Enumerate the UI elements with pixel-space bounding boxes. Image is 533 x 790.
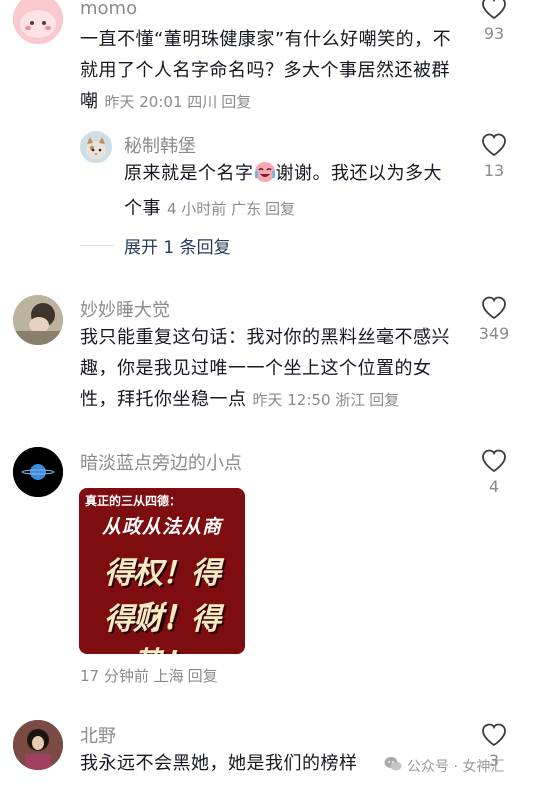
cat-avatar-icon <box>80 131 112 163</box>
pink-character-icon <box>13 0 63 44</box>
expand-divider <box>80 245 114 246</box>
sticker-image[interactable]: 真正的三从四德： 从政从法从商 得权！得利！ 得财！得势！ <box>79 488 245 654</box>
comment-meta: 昨天 20:01 四川 <box>104 93 218 111</box>
reply-button[interactable]: 回复 <box>369 391 399 409</box>
comment-meta: 4 小时前 广东 <box>167 200 262 218</box>
expand-replies-label[interactable]: 展开 1 条回复 <box>124 233 231 258</box>
avatar-pale-blue-dot[interactable] <box>13 447 63 497</box>
like-button[interactable]: 93 <box>464 0 524 43</box>
like-count: 4 <box>488 477 500 496</box>
username[interactable]: 暗淡蓝点旁边的小点 <box>80 449 242 475</box>
comment-body-before: 原来就是个名字 <box>124 163 254 184</box>
avatar-mizhihanbao[interactable] <box>80 131 112 163</box>
heart-icon <box>482 296 506 320</box>
photo-avatar-icon <box>13 295 63 345</box>
username[interactable]: momo <box>80 0 137 19</box>
crying-laughing-emoji-icon <box>254 161 276 193</box>
wechat-icon <box>384 756 402 776</box>
sticker-line4: 得财！得势！ <box>104 602 221 654</box>
expand-replies[interactable]: 展开 1 条回复 <box>80 233 231 258</box>
photo-avatar-icon <box>13 720 63 770</box>
like-button[interactable]: 349 <box>464 296 524 343</box>
heart-icon <box>482 133 506 157</box>
like-button[interactable]: 4 <box>464 449 524 496</box>
comment-text: 一直不懂“董明珠健康家”有什么好嘲笑的，不就用了个人名字命名吗？多大个事居然还被… <box>80 24 460 118</box>
comment-text: 17 分钟前 上海 回复 <box>80 660 460 692</box>
like-count: 13 <box>483 161 505 180</box>
reply-button[interactable]: 回复 <box>221 93 251 111</box>
like-count: 93 <box>483 24 505 43</box>
heart-icon <box>482 449 506 473</box>
heart-icon <box>482 0 506 20</box>
comment-body: 我永远不会黑她，她是我们的榜样 <box>80 753 358 774</box>
planet-icon <box>13 447 63 497</box>
watermark-text: 公众号 · 女神汇 <box>407 759 505 775</box>
watermark: 公众号 · 女神汇 <box>384 756 504 776</box>
comment-text: 原来就是个名字 谢谢。我还以为多大个事 4 小时前 广东 回复 <box>124 158 444 225</box>
like-button[interactable]: 13 <box>464 133 524 180</box>
reply-button[interactable]: 回复 <box>188 667 218 685</box>
comment-meta: 17 分钟前 上海 <box>80 667 184 685</box>
avatar-momo[interactable] <box>13 0 63 44</box>
sticker-line1: 真正的三从四德： <box>85 494 182 508</box>
heart-icon <box>482 723 506 747</box>
sticker-line2: 从政从法从商 <box>101 516 222 538</box>
username[interactable]: 秘制韩堡 <box>124 132 196 158</box>
like-count: 349 <box>478 324 510 343</box>
username[interactable]: 妙妙睡大觉 <box>80 296 170 322</box>
avatar-beiye[interactable] <box>13 720 63 770</box>
avatar-miaomiao[interactable] <box>13 295 63 345</box>
username[interactable]: 北野 <box>80 722 116 748</box>
comment-meta: 昨天 12:50 浙江 <box>252 391 366 409</box>
reply-button[interactable]: 回复 <box>265 200 295 218</box>
comment-text: 我只能重复这句话：我对你的黑料丝毫不感兴趣，你是我见过唯一一个坐上这个位置的女性… <box>80 322 460 416</box>
